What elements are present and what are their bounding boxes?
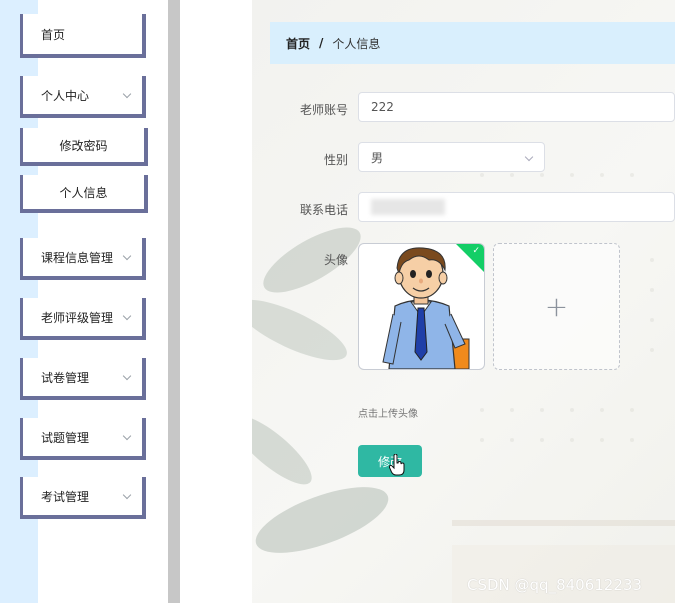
breadcrumb-home[interactable]: 首页: [270, 35, 310, 52]
avatar-preview[interactable]: ✓: [358, 243, 485, 370]
sidebar-item-teacher-rating[interactable]: 老师评级管理: [20, 298, 146, 340]
content-gutter: [180, 0, 252, 603]
chevron-down-icon: [122, 371, 132, 381]
phone-field[interactable]: [358, 192, 675, 222]
sidebar: 首页 个人中心 修改密码 个人信息 课程信息管理 老师评级管理 试卷管理 试题管…: [0, 0, 168, 603]
sidebar-divider[interactable]: [168, 0, 180, 603]
sidebar-item-personal-info[interactable]: 个人信息: [20, 175, 148, 213]
chevron-down-icon: [122, 311, 132, 321]
breadcrumb-separator: /: [319, 36, 324, 50]
sidebar-item-label: 老师评级管理: [41, 310, 114, 325]
chevron-down-icon: [122, 89, 132, 99]
watermark: CSDN @qq_840612233: [467, 576, 642, 594]
sidebar-item-exam-management[interactable]: 考试管理: [20, 477, 146, 519]
sidebar-item-home[interactable]: 首页: [20, 14, 146, 58]
gender-value: 男: [371, 150, 384, 165]
sidebar-item-label: 试题管理: [41, 430, 90, 445]
sidebar-item-label: 课程信息管理: [41, 250, 114, 265]
chevron-down-icon: [122, 431, 132, 441]
gender-label: 性别: [323, 153, 348, 167]
sidebar-item-course-management[interactable]: 课程信息管理: [20, 238, 146, 280]
sidebar-item-label: 修改密码: [59, 138, 108, 153]
phone-redacted-blur: [371, 199, 445, 215]
avatar-image: [382, 247, 470, 369]
check-icon: ✓: [472, 246, 480, 256]
avatar-upload-button[interactable]: +: [493, 243, 620, 370]
account-value: 222: [371, 100, 394, 114]
hand-cursor-icon: [389, 454, 405, 476]
upload-tip: 点击上传头像: [358, 409, 418, 420]
sidebar-item-personal-center[interactable]: 个人中心: [20, 76, 146, 118]
sidebar-item-exam-paper-management[interactable]: 试卷管理: [20, 358, 146, 400]
plus-icon: +: [544, 290, 569, 323]
sidebar-item-label: 首页: [41, 27, 66, 42]
account-field[interactable]: 222: [358, 92, 675, 122]
account-label: 老师账号: [299, 103, 348, 117]
sidebar-item-label: 考试管理: [41, 489, 90, 504]
sidebar-item-label: 个人中心: [41, 88, 90, 103]
breadcrumb: 首页 / 个人信息: [270, 22, 675, 64]
sidebar-item-label: 试卷管理: [41, 370, 90, 385]
chevron-down-icon: [122, 490, 132, 500]
chevron-down-icon: [524, 152, 534, 162]
sidebar-item-change-password[interactable]: 修改密码: [20, 128, 148, 166]
phone-label: 联系电话: [299, 203, 348, 217]
breadcrumb-current: 个人信息: [332, 36, 381, 51]
sidebar-item-label: 个人信息: [59, 185, 108, 200]
gender-select[interactable]: 男: [358, 142, 545, 172]
chevron-down-icon: [122, 251, 132, 261]
avatar-label: 头像: [323, 253, 348, 267]
sidebar-item-question-management[interactable]: 试题管理: [20, 418, 146, 460]
